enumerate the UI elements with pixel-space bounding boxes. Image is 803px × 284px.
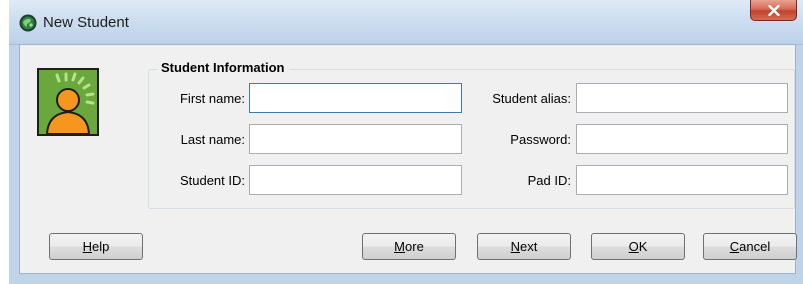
ok-mnemonic: O [628,239,639,254]
password-field[interactable] [576,124,788,154]
cancel-button[interactable]: Cancel [703,233,797,260]
help-mnemonic: H [82,239,93,254]
next-mnemonic: N [510,239,521,254]
first-name-label: First name: [179,91,245,106]
password-label: Password: [510,132,571,147]
ok-label-rest: K [638,239,648,254]
dialog-body: Student Information First name: Last nam… [19,44,797,274]
more-label-rest: ore [405,239,424,254]
close-button[interactable] [750,0,797,21]
more-button[interactable]: More [362,233,456,260]
student-id-label: Student ID: [179,173,245,188]
next-label-rest: ext [520,239,538,254]
first-name-field[interactable] [249,83,462,113]
student-id-field[interactable] [249,165,462,195]
student-alias-field[interactable] [576,83,788,113]
help-label-rest: elp [92,239,110,254]
pad-id-field[interactable] [576,165,788,195]
next-button[interactable]: Next [477,233,571,260]
group-title: Student Information [157,60,289,75]
help-button[interactable]: Help [49,233,143,260]
cancel-mnemonic: C [729,239,740,254]
window-title: New Student [43,14,129,31]
student-avatar-icon [37,68,99,136]
new-student-dialog: New Student Student Information First na… [9,0,803,284]
title-bar[interactable]: New Student [9,0,803,45]
app-globe-icon [19,14,37,32]
student-alias-label: Student alias: [492,91,571,106]
pad-id-label: Pad ID: [527,173,571,188]
last-name-label: Last name: [180,132,245,147]
more-mnemonic: M [394,239,406,254]
close-x-icon [768,5,780,16]
ok-button[interactable]: OK [591,233,685,260]
last-name-field[interactable] [249,124,462,154]
cancel-label-rest: ancel [739,239,771,254]
